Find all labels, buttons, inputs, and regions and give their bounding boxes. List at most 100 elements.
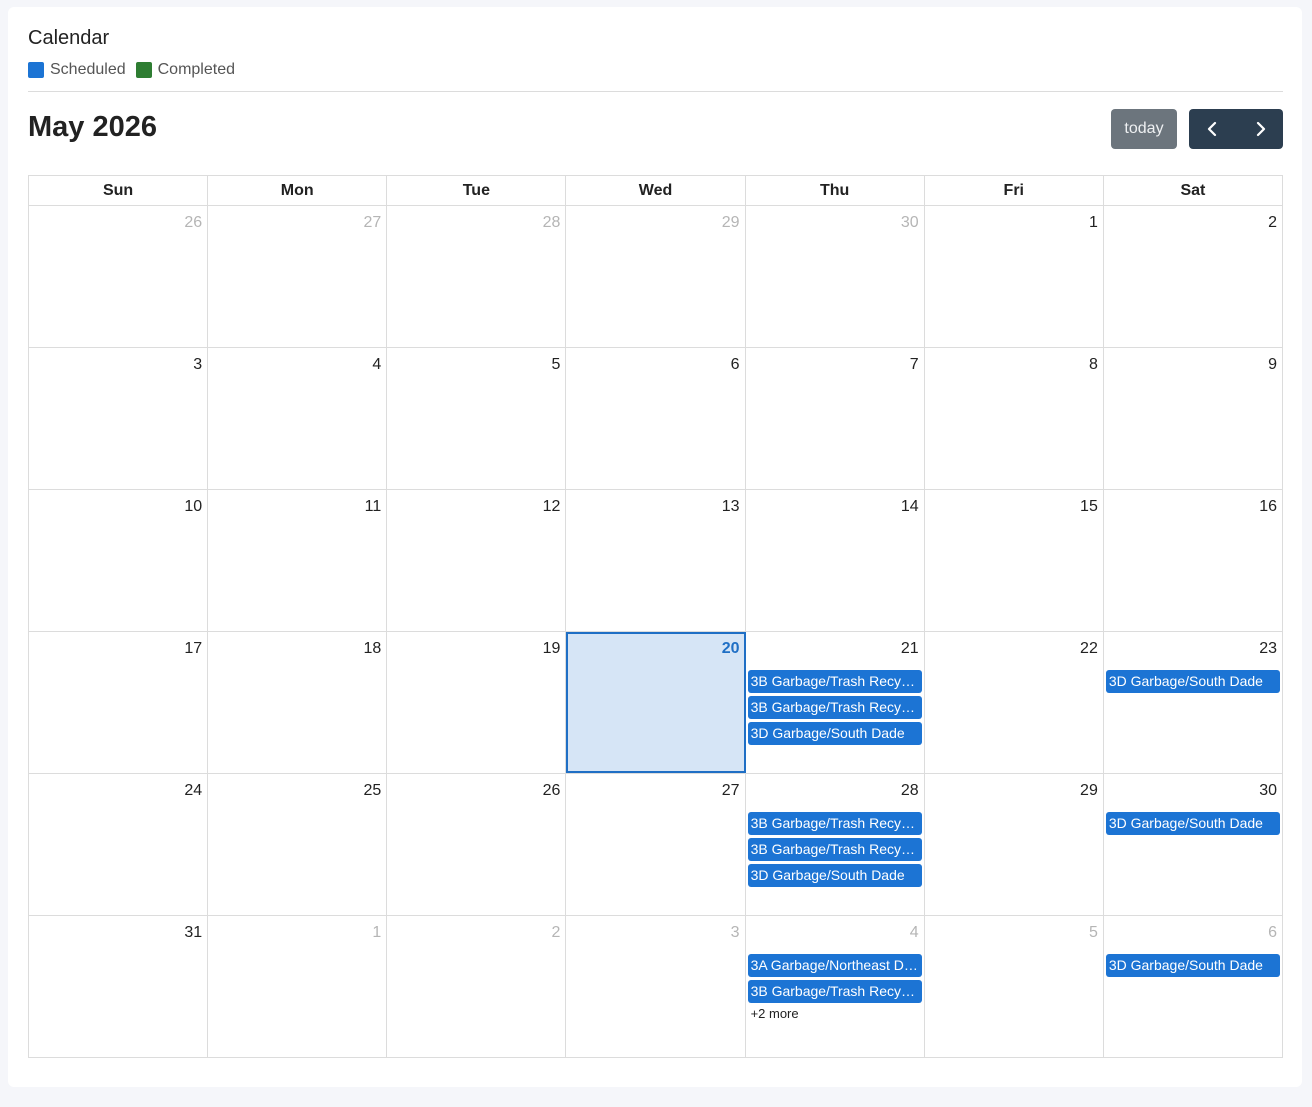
- day-number[interactable]: 25: [363, 782, 381, 800]
- day-cell[interactable]: 29: [925, 774, 1104, 915]
- day-cell[interactable]: 23 3D Garbage/South Dade: [1104, 632, 1282, 773]
- day-number[interactable]: 17: [184, 640, 202, 658]
- day-number[interactable]: 15: [1080, 498, 1098, 516]
- day-number[interactable]: 19: [543, 640, 561, 658]
- day-cell[interactable]: 26: [387, 774, 567, 915]
- event-chip[interactable]: 3A Garbage/Northeast Dade: [747, 954, 922, 977]
- day-number[interactable]: 6: [1268, 924, 1277, 942]
- day-cell[interactable]: 12: [387, 490, 567, 631]
- day-cell[interactable]: 6 3D Garbage/South Dade: [1104, 916, 1282, 1057]
- event-chip[interactable]: 3B Garbage/Trash Recycling: [747, 812, 922, 835]
- more-events-link[interactable]: +2 more: [748, 1006, 922, 1021]
- day-cell[interactable]: 29: [566, 206, 746, 347]
- day-cell[interactable]: 30 3D Garbage/South Dade: [1104, 774, 1282, 915]
- day-number[interactable]: 23: [1259, 640, 1277, 658]
- prev-month-button[interactable]: [1189, 109, 1236, 149]
- event-chip[interactable]: 3D Garbage/South Dade: [1105, 670, 1280, 693]
- day-number[interactable]: 9: [1268, 356, 1277, 374]
- day-number[interactable]: 5: [1089, 924, 1098, 942]
- day-cell[interactable]: 5: [925, 916, 1104, 1057]
- event-chip[interactable]: 3B Garbage/Trash Recycling: [747, 838, 922, 861]
- day-number[interactable]: 27: [722, 782, 740, 800]
- legend: Scheduled Completed: [28, 61, 245, 79]
- day-number[interactable]: 29: [1080, 782, 1098, 800]
- day-cell[interactable]: 4 3A Garbage/Northeast Dade 3B Garbage/Tra…: [746, 916, 925, 1057]
- day-number[interactable]: 2: [552, 924, 561, 942]
- day-number[interactable]: 29: [722, 214, 740, 232]
- day-cell[interactable]: 22: [925, 632, 1104, 773]
- day-number[interactable]: 2: [1268, 214, 1277, 232]
- day-cell[interactable]: 10: [29, 490, 209, 631]
- day-number[interactable]: 31: [184, 924, 202, 942]
- day-cell[interactable]: 3: [29, 348, 209, 489]
- day-cell[interactable]: 18: [208, 632, 388, 773]
- day-number[interactable]: 14: [901, 498, 919, 516]
- day-number[interactable]: 20: [722, 640, 740, 658]
- day-cell[interactable]: 13: [566, 490, 746, 631]
- day-number[interactable]: 28: [901, 782, 919, 800]
- day-number[interactable]: 24: [184, 782, 202, 800]
- day-cell[interactable]: 27: [208, 206, 388, 347]
- event-chip[interactable]: 3B Garbage/Trash Recycling: [747, 670, 922, 693]
- day-number[interactable]: 7: [910, 356, 919, 374]
- day-number[interactable]: 13: [722, 498, 740, 516]
- day-cell[interactable]: 14: [746, 490, 925, 631]
- day-cell[interactable]: 24: [29, 774, 209, 915]
- day-cell[interactable]: 21 3B Garbage/Trash Recycling 3B Garbage/T…: [746, 632, 925, 773]
- day-number[interactable]: 11: [365, 498, 382, 516]
- day-number[interactable]: 1: [372, 924, 381, 942]
- day-cell[interactable]: 5: [387, 348, 567, 489]
- day-cell-today[interactable]: 20: [566, 632, 746, 773]
- day-cell[interactable]: 9: [1104, 348, 1282, 489]
- day-cell[interactable]: 2: [387, 916, 567, 1057]
- event-chip[interactable]: 3D Garbage/South Dade: [1105, 954, 1280, 977]
- day-number[interactable]: 3: [731, 924, 740, 942]
- event-chip[interactable]: 3B Garbage/Trash Recycling: [747, 696, 922, 719]
- day-number[interactable]: 10: [184, 498, 202, 516]
- day-number[interactable]: 27: [363, 214, 381, 232]
- day-cell[interactable]: 7: [746, 348, 925, 489]
- event-chip[interactable]: 3D Garbage/South Dade: [747, 864, 922, 887]
- day-cell[interactable]: 11: [208, 490, 388, 631]
- today-button[interactable]: today: [1111, 109, 1177, 149]
- day-cell[interactable]: 31: [29, 916, 209, 1057]
- day-number[interactable]: 18: [363, 640, 381, 658]
- day-cell[interactable]: 19: [387, 632, 567, 773]
- day-number[interactable]: 12: [543, 498, 561, 516]
- day-cell[interactable]: 8: [925, 348, 1104, 489]
- day-cell[interactable]: 27: [566, 774, 746, 915]
- day-cell[interactable]: 28: [387, 206, 567, 347]
- day-number[interactable]: 30: [1259, 782, 1277, 800]
- day-cell[interactable]: 2: [1104, 206, 1282, 347]
- day-cell[interactable]: 25: [208, 774, 388, 915]
- day-number[interactable]: 16: [1259, 498, 1277, 516]
- next-month-button[interactable]: [1236, 109, 1283, 149]
- day-cell[interactable]: 1: [208, 916, 388, 1057]
- day-number[interactable]: 8: [1089, 356, 1098, 374]
- event-chip[interactable]: 3B Garbage/Trash Recycling: [747, 980, 922, 1003]
- day-number[interactable]: 28: [543, 214, 561, 232]
- day-number[interactable]: 30: [901, 214, 919, 232]
- event-chip[interactable]: 3D Garbage/South Dade: [1105, 812, 1280, 835]
- day-cell[interactable]: 6: [566, 348, 746, 489]
- day-number[interactable]: 22: [1080, 640, 1098, 658]
- day-number[interactable]: 5: [552, 356, 561, 374]
- day-cell[interactable]: 26: [29, 206, 209, 347]
- day-number[interactable]: 1: [1089, 214, 1098, 232]
- day-cell[interactable]: 4: [208, 348, 388, 489]
- day-number[interactable]: 4: [910, 924, 919, 942]
- day-cell[interactable]: 28 3B Garbage/Trash Recycling 3B Garbage/T…: [746, 774, 925, 915]
- day-number[interactable]: 4: [372, 356, 381, 374]
- day-cell[interactable]: 3: [566, 916, 746, 1057]
- day-number[interactable]: 26: [184, 214, 202, 232]
- day-cell[interactable]: 17: [29, 632, 209, 773]
- day-cell[interactable]: 15: [925, 490, 1104, 631]
- day-cell[interactable]: 30: [746, 206, 925, 347]
- day-number[interactable]: 26: [543, 782, 561, 800]
- day-number[interactable]: 21: [901, 640, 919, 658]
- day-cell[interactable]: 16: [1104, 490, 1282, 631]
- day-number[interactable]: 3: [193, 356, 202, 374]
- day-cell[interactable]: 1: [925, 206, 1104, 347]
- event-chip[interactable]: 3D Garbage/South Dade: [747, 722, 922, 745]
- day-number[interactable]: 6: [731, 356, 740, 374]
